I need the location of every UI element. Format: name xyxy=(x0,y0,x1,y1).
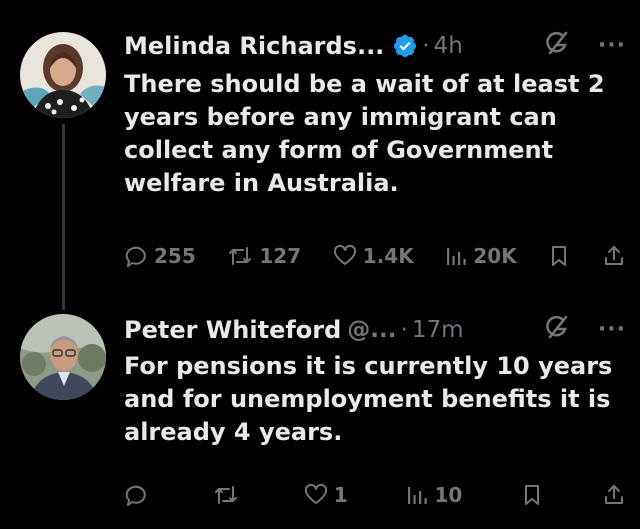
share-button[interactable] xyxy=(602,483,626,507)
timestamp[interactable]: 17m xyxy=(412,317,464,343)
author-name[interactable]: Melinda Richards... xyxy=(124,32,384,60)
more-icon[interactable]: ··· xyxy=(598,35,626,57)
grok-icon[interactable] xyxy=(542,312,572,348)
separator-dot: · xyxy=(422,33,430,59)
author-name[interactable]: Peter Whiteford xyxy=(124,316,341,344)
views-button[interactable]: 20K xyxy=(445,244,517,268)
bookmark-button[interactable] xyxy=(548,244,570,268)
like-button[interactable]: 1 xyxy=(304,483,348,507)
bookmark-button[interactable] xyxy=(521,483,543,507)
avatar[interactable] xyxy=(20,314,106,400)
view-count: 20K xyxy=(473,244,517,268)
bookmark-icon xyxy=(548,244,570,268)
repost-button[interactable] xyxy=(213,483,245,507)
repost-icon xyxy=(227,244,253,268)
tweet-header: Melinda Richards... · 4h ··· xyxy=(124,26,626,66)
reply-button[interactable] xyxy=(124,483,154,507)
avatar-image xyxy=(20,314,106,400)
more-icon[interactable]: ··· xyxy=(598,319,626,341)
timestamp[interactable]: 4h xyxy=(434,33,463,59)
tweet-header: Peter Whiteford @... · 17m ··· xyxy=(124,310,626,350)
tweet-actions: 255 127 1.4K 20K xyxy=(124,240,626,272)
reply-button[interactable]: 255 xyxy=(124,244,196,268)
verified-badge-icon xyxy=(392,33,418,59)
repost-count: 127 xyxy=(259,244,302,268)
like-icon xyxy=(333,244,357,268)
like-count: 1.4K xyxy=(362,244,414,268)
avatar-image xyxy=(20,32,106,118)
reply-icon xyxy=(124,244,148,268)
tweet-actions: 1 10 xyxy=(124,479,626,511)
separator-dot: · xyxy=(400,317,408,343)
repost-icon xyxy=(213,483,239,507)
reply-icon xyxy=(124,483,148,507)
like-icon xyxy=(304,483,328,507)
tweet[interactable]: Melinda Richards... · 4h ··· There shoul… xyxy=(0,0,640,300)
tweet-text: There should be a wait of at least 2 yea… xyxy=(124,70,605,197)
like-button[interactable]: 1.4K xyxy=(333,244,414,268)
reply-count: 255 xyxy=(154,244,196,268)
tweet[interactable]: Peter Whiteford @... · 17m ··· For pensi… xyxy=(0,300,640,529)
author-handle[interactable]: @... xyxy=(347,317,396,343)
views-icon xyxy=(445,244,467,268)
tweet-text: For pensions it is currently 10 years an… xyxy=(124,352,613,446)
avatar[interactable] xyxy=(20,32,106,118)
views-button[interactable]: 10 xyxy=(406,483,462,507)
views-icon xyxy=(406,483,428,507)
like-count: 1 xyxy=(333,483,348,507)
share-button[interactable] xyxy=(602,244,626,268)
grok-icon[interactable] xyxy=(542,28,572,64)
share-icon xyxy=(602,244,626,268)
view-count: 10 xyxy=(434,483,463,507)
bookmark-icon xyxy=(521,483,543,507)
share-icon xyxy=(602,483,626,507)
repost-button[interactable]: 127 xyxy=(227,244,301,268)
